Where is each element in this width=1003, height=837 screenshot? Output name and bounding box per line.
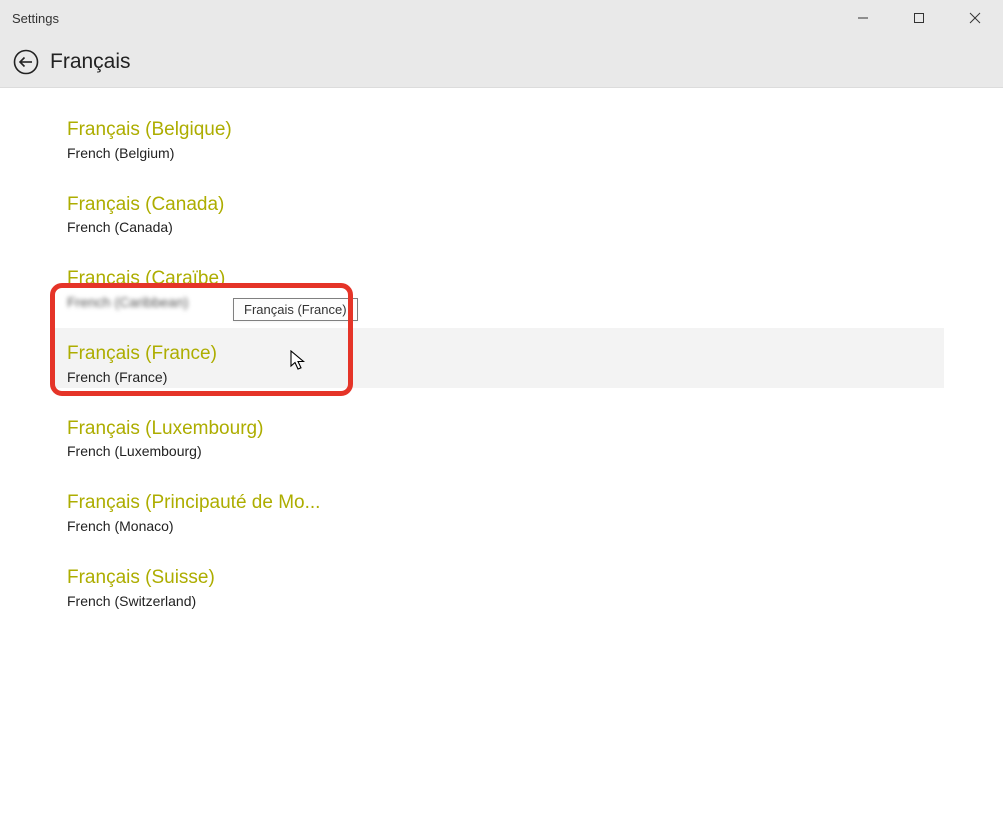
language-native-label: Français (Canada) xyxy=(67,193,947,218)
language-english-label: French (Monaco) xyxy=(67,518,947,534)
language-item-switzerland[interactable]: Français (Suisse) French (Switzerland) xyxy=(67,558,947,623)
language-english-label: French (Luxembourg) xyxy=(67,443,947,459)
window-controls xyxy=(835,0,1003,36)
titlebar: Settings xyxy=(0,0,1003,36)
language-list: Français (Belgique) French (Belgium) Fra… xyxy=(0,88,1003,623)
language-item-france[interactable]: Français (France) French (France) xyxy=(67,334,947,399)
language-english-label: French (France) xyxy=(67,369,947,385)
language-native-label: Français (Suisse) xyxy=(67,566,947,591)
page-title: Français xyxy=(50,50,131,74)
language-item-canada[interactable]: Français (Canada) French (Canada) xyxy=(67,185,947,250)
language-native-label: Français (France) xyxy=(67,342,947,367)
back-button[interactable] xyxy=(10,46,42,78)
language-native-label: Français (Belgique) xyxy=(67,118,947,143)
window-title: Settings xyxy=(12,11,835,26)
language-item-luxembourg[interactable]: Français (Luxembourg) French (Luxembourg… xyxy=(67,409,947,474)
page-header: Français xyxy=(0,36,1003,88)
language-english-label: French (Canada) xyxy=(67,219,947,235)
tooltip: Français (France) xyxy=(233,298,358,321)
language-item-monaco[interactable]: Français (Principauté de Mo... French (M… xyxy=(67,483,947,548)
maximize-button[interactable] xyxy=(891,0,947,36)
minimize-button[interactable] xyxy=(835,0,891,36)
language-english-label: French (Belgium) xyxy=(67,145,947,161)
language-english-label: French (Caribbean) xyxy=(67,294,1003,310)
language-item-caribbean[interactable]: Français (Caraïbe) French (Caribbean) xyxy=(67,259,1003,324)
language-item-belgium[interactable]: Français (Belgique) French (Belgium) xyxy=(67,110,947,175)
language-native-label: Français (Principauté de Mo... xyxy=(67,491,947,516)
close-button[interactable] xyxy=(947,0,1003,36)
language-native-label: Français (Caraïbe) xyxy=(67,267,1003,292)
language-english-label: French (Switzerland) xyxy=(67,593,947,609)
language-native-label: Français (Luxembourg) xyxy=(67,417,947,442)
